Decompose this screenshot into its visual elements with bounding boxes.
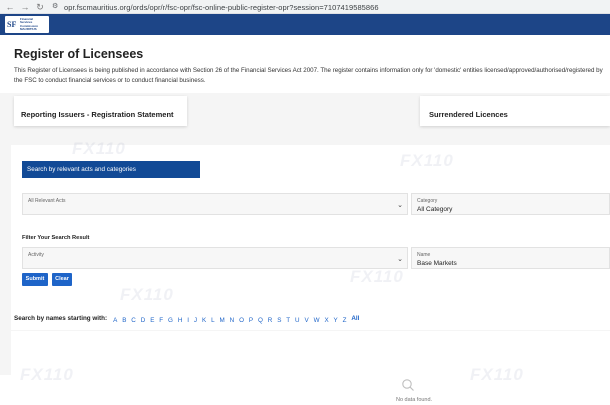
alphabet-letters: ABCDEFGHIJKLMNOPQRSTUVWXYZ (113, 309, 351, 327)
alphabet-letter-t[interactable]: T (286, 317, 290, 324)
relevant-acts-label: All Relevant Acts (28, 198, 66, 204)
alphabet-letter-b[interactable]: B (122, 317, 126, 324)
alphabet-letter-a[interactable]: A (113, 317, 117, 324)
reporting-issuers-card[interactable]: Reporting Issuers - Registration Stateme… (14, 96, 187, 126)
activity-select[interactable]: Activity ⌄ (22, 247, 408, 269)
alphabet-letter-y[interactable]: Y (334, 317, 338, 324)
filter-label: Filter Your Search Result (22, 235, 90, 241)
alphabet-letter-g[interactable]: G (168, 317, 173, 324)
name-value: Base Markets (417, 260, 457, 267)
alphabet-letter-v[interactable]: V (305, 317, 309, 324)
chevron-down-icon: ⌄ (397, 202, 403, 209)
back-icon[interactable]: ← (5, 2, 15, 12)
reporting-issuers-label: Reporting Issuers - Registration Stateme… (21, 110, 174, 119)
alphabet-filter: Search by names starting with: ABCDEFGHI… (14, 313, 359, 325)
alphabet-letter-u[interactable]: U (295, 317, 300, 324)
alphabet-letter-q[interactable]: Q (258, 317, 263, 324)
search-acts-banner: Search by relevant acts and categories (22, 161, 200, 178)
reload-icon[interactable]: ↻ (35, 2, 45, 12)
name-field[interactable]: Name Base Markets (411, 247, 610, 269)
alphabet-letter-k[interactable]: K (202, 317, 206, 324)
results-area: No data found. (11, 331, 610, 405)
fsc-logo-mark-icon: SF (7, 20, 17, 29)
alphabet-all-link[interactable]: All (351, 315, 359, 322)
alphabet-letter-d[interactable]: D (141, 317, 146, 324)
forward-icon[interactable]: → (20, 2, 30, 12)
surrendered-licences-card[interactable]: Surrendered Licences (420, 96, 610, 126)
chevron-down-icon: ⌄ (397, 256, 403, 263)
alphabet-letter-e[interactable]: E (150, 317, 154, 324)
category-select[interactable]: Category All Category (411, 193, 610, 215)
search-panel: Search by relevant acts and categories A… (11, 145, 610, 330)
alphabet-letter-n[interactable]: N (230, 317, 235, 324)
clear-button[interactable]: Clear (52, 273, 72, 286)
page-title: Register of Licensees (14, 47, 144, 61)
alphabet-letter-z[interactable]: Z (343, 317, 347, 324)
alphabet-letter-c[interactable]: C (131, 317, 136, 324)
alphabet-letter-r[interactable]: R (268, 317, 273, 324)
url-text: opr.fscmauritius.org/ords/opr/r/fsc-opr/… (64, 2, 379, 12)
alphabet-letter-m[interactable]: M (219, 317, 224, 324)
search-icon (402, 379, 414, 391)
intro-text: This Register of Licensees is being publ… (14, 67, 603, 84)
alphabet-letter-s[interactable]: S (277, 317, 281, 324)
page-content: Register of Licensees This Register of L… (0, 35, 610, 405)
logo-text-4: MAURITIUS (20, 26, 37, 31)
alphabet-letter-j[interactable]: J (194, 317, 197, 324)
alphabet-letter-l[interactable]: L (211, 317, 215, 324)
relevant-acts-select[interactable]: All Relevant Acts ⌄ (22, 193, 408, 215)
name-label: Name (417, 252, 431, 258)
alphabet-letter-p[interactable]: P (249, 317, 253, 324)
address-bar[interactable]: ⚙ opr.fscmauritius.org/ords/opr/r/fsc-op… (52, 2, 605, 12)
fsc-logo[interactable]: SF Financial Services Commission MAURITI… (5, 16, 49, 33)
alphabet-letter-h[interactable]: H (178, 317, 183, 324)
site-info-icon[interactable]: ⚙ (52, 3, 60, 11)
no-data-text: No data found. (396, 397, 433, 403)
site-header: SF Financial Services Commission MAURITI… (0, 14, 610, 35)
surrendered-licences-label: Surrendered Licences (429, 110, 508, 119)
alphabet-letter-f[interactable]: F (159, 317, 163, 324)
alphabet-letter-o[interactable]: O (239, 317, 244, 324)
browser-toolbar: ← → ↻ ⚙ opr.fscmauritius.org/ords/opr/r/… (0, 0, 610, 14)
activity-label: Activity (28, 252, 44, 258)
category-value: All Category (417, 206, 453, 213)
alphabet-letter-i[interactable]: I (187, 317, 189, 324)
alphabet-letter-x[interactable]: X (324, 317, 328, 324)
alphabet-label: Search by names starting with: (14, 314, 108, 322)
alphabet-letter-w[interactable]: W (314, 317, 320, 324)
submit-button[interactable]: Submit (22, 273, 48, 286)
category-label: Category (417, 198, 438, 204)
